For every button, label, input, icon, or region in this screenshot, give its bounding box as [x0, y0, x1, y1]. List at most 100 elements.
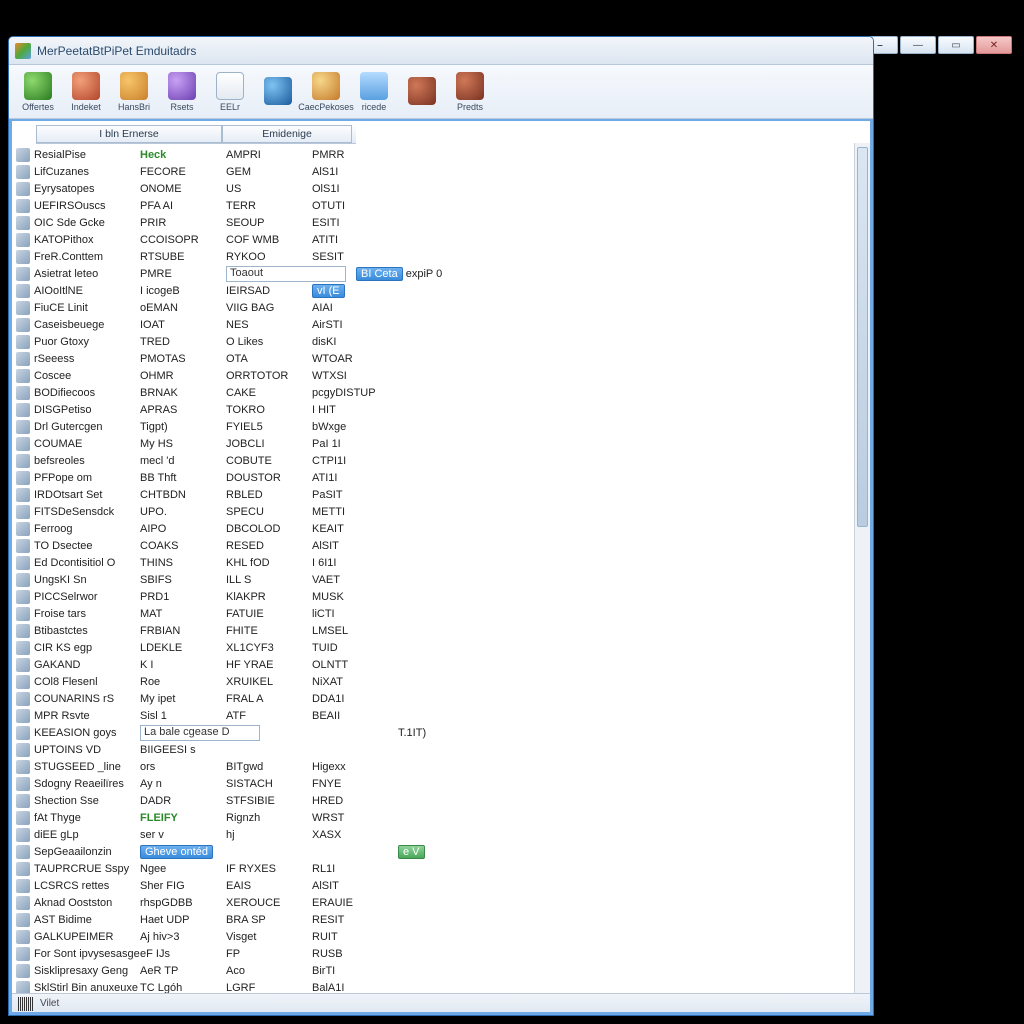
table-row[interactable]: LCSRCS rettesSher FIGEAISAlSIT	[16, 877, 866, 894]
selection-badge[interactable]: BI Ceta	[356, 267, 403, 281]
table-row[interactable]: FITSDeSensdckUPO.SPECUMETTI	[16, 503, 866, 520]
column-header-2[interactable]: Emidenige	[222, 125, 352, 143]
table-row[interactable]: AST BidimeHaet UDPBRA SPRESIT	[16, 911, 866, 928]
table-row[interactable]: Ed Dcontisitiol OTHINSKHL fODI 6I1I	[16, 554, 866, 571]
table-row[interactable]: UEFIRSOuscsPFA AITERROTUTI	[16, 197, 866, 214]
table-row[interactable]: KEEASION goysLa bale cgease DT.1IT)	[16, 724, 866, 741]
row-col3: FNYE	[312, 778, 382, 790]
toolbar-button-4[interactable]: EELr	[207, 68, 253, 116]
table-row[interactable]: COl8 FlesenlRoeXRUIKELNiXAT	[16, 673, 866, 690]
row-col2: AMPRI	[226, 149, 312, 161]
column-header-1[interactable]: I bln Ernerse	[36, 125, 222, 143]
toolbar-button-0[interactable]: Offertes	[15, 68, 61, 116]
table-row[interactable]: Asietrat leteoPMREToaoutBI Ceta expiP 0	[16, 265, 866, 282]
row-col2: FATUIE	[226, 608, 312, 620]
row-name: PFPope om	[34, 472, 140, 484]
row-col1: MAT	[140, 608, 226, 620]
table-row[interactable]: Froise tarsMATFATUIEliCTI	[16, 605, 866, 622]
table-row[interactable]: FerroogAIPODBCOLODKEAIT	[16, 520, 866, 537]
toolbar-button-1[interactable]: Indeket	[63, 68, 109, 116]
table-row[interactable]: BtibastctesFRBIANFHITELMSEL	[16, 622, 866, 639]
toolbar-button-6[interactable]: CaecPekoses	[303, 68, 349, 116]
table-row[interactable]: diEE gLpser vhjXASX	[16, 826, 866, 843]
table-row[interactable]: Drl GutercgenTigpt)FYIEL5bWxge	[16, 418, 866, 435]
toolbar-button-5[interactable]	[255, 68, 301, 116]
row-col2: FP	[226, 948, 312, 960]
table-row[interactable]: MPR RsvteSisl 1ATFBEAII	[16, 707, 866, 724]
row-col3: BirTI	[312, 965, 382, 977]
table-row[interactable]: FreR.ConttemRTSUBERYKOOSESIT	[16, 248, 866, 265]
row-icon	[16, 335, 30, 349]
table-row[interactable]: PICCSelrworPRD1KlAKPRMUSK	[16, 588, 866, 605]
maximize-button[interactable]: ▭	[938, 36, 974, 54]
table-row[interactable]: BODifiecoosBRNAKCAKEpcgyDISTUP	[16, 384, 866, 401]
scroll-thumb[interactable]	[857, 147, 868, 527]
row-col3: CTPI1I	[312, 455, 382, 467]
table-row[interactable]: Aknad OoststonrhspGDBBXEROUCEERAUIE	[16, 894, 866, 911]
table-row[interactable]: Shection SseDADRSTFSIBIEHRED	[16, 792, 866, 809]
row-icon	[16, 913, 30, 927]
row-icon	[16, 590, 30, 604]
table-row[interactable]: fAt ThygeFLEIFYRignzhWRST	[16, 809, 866, 826]
table-row[interactable]: IRDOtsart SetCHTBDNRBLEDPaSIT	[16, 486, 866, 503]
row-icon	[16, 437, 30, 451]
table-row[interactable]: UngsKI SnSBIFSILL SVAET	[16, 571, 866, 588]
row-name: ResialPise	[34, 149, 140, 161]
selected-cell[interactable]: Gheve ontéd	[140, 845, 213, 859]
toolbar-button-3[interactable]: Rsets	[159, 68, 205, 116]
toolbar-button-7[interactable]: ricede	[351, 68, 397, 116]
table-row[interactable]: GAKANDK IHF YRAEOLNTT	[16, 656, 866, 673]
row-col3: RUIT	[312, 931, 382, 943]
table-row[interactable]: For Sont ipvysesasgeeF IJsFPRUSB	[16, 945, 866, 962]
table-row[interactable]: GALKUPEIMERAj hiv>3VisgetRUIT	[16, 928, 866, 945]
minimize-button[interactable]: —	[900, 36, 936, 54]
table-row[interactable]: CaseisbeuegeIOATNESAirSTI	[16, 316, 866, 333]
green-badge[interactable]: e V	[398, 845, 425, 859]
table-row[interactable]: Sdogny ReaeilïresAy nSISTACHFNYE	[16, 775, 866, 792]
table-row[interactable]: TO DsecteeCOAKSRESEDAlSIT	[16, 537, 866, 554]
table-row[interactable]: OIC Sde GckePRIRSEOUPESITI	[16, 214, 866, 231]
row-col2: IF RYXES	[226, 863, 312, 875]
table-row[interactable]: befsreolesmecl 'dCOBUTECTPI1I	[16, 452, 866, 469]
table-row[interactable]: FiuCE LinitoEMANVIIG BAGAIAI	[16, 299, 866, 316]
row-icon	[16, 250, 30, 264]
data-grid[interactable]: ResialPiseHeckAMPRIPMRRLifCuzanesFECOREG…	[12, 144, 870, 1011]
row-name: diEE gLp	[34, 829, 140, 841]
row-icon	[16, 726, 30, 740]
row-col1: THINS	[140, 557, 226, 569]
table-row[interactable]: CIR KS egpLDEKLEXL1CYF3TUID	[16, 639, 866, 656]
table-row[interactable]: UPTOINS VDBIIGEESI s	[16, 741, 866, 758]
table-row[interactable]: Puor GtoxyTREDO LikesdisKI	[16, 333, 866, 350]
inline-edit-field[interactable]: La bale cgease D	[140, 725, 260, 741]
table-row[interactable]: DISGPetisoAPRASTOKROI HIT	[16, 401, 866, 418]
table-row[interactable]: LifCuzanesFECOREGEMAlS1I	[16, 163, 866, 180]
row-col2: XRUIKEL	[226, 676, 312, 688]
table-row[interactable]: EyrysatopesONOMEUSOlS1I	[16, 180, 866, 197]
row-col3: AlSIT	[312, 540, 382, 552]
row-col1: mecl 'd	[140, 455, 226, 467]
titlebar[interactable]: MerPeetatBtPiPet Emduitadrs	[9, 37, 873, 65]
table-row[interactable]: STUGSEED _lineorsBITgwdHigexx	[16, 758, 866, 775]
table-row[interactable]: PFPope omBB ThftDOUSTORATI1I	[16, 469, 866, 486]
table-row[interactable]: TAUPRCRUE SspyNgeeIF RYXESRL1I	[16, 860, 866, 877]
selection-badge-2[interactable]: vI (E	[312, 284, 345, 298]
table-row[interactable]: COUNARINS rSMy ipetFRAL ADDA1I	[16, 690, 866, 707]
row-col2: COBUTE	[226, 455, 312, 467]
row-col3: AIAI	[312, 302, 382, 314]
table-row[interactable]: rSeeessPMOTASOTAWTOAR	[16, 350, 866, 367]
row-col2: IEIRSAD	[226, 285, 312, 297]
edit-input[interactable]: Toaout	[226, 266, 346, 282]
toolbar-button-2[interactable]: HansBri	[111, 68, 157, 116]
close-button[interactable]: ✕	[976, 36, 1012, 54]
table-row[interactable]: SepGeaailonzinGheve ontéde V	[16, 843, 866, 860]
row-col3: AlS1I	[312, 166, 382, 178]
table-row[interactable]: CosceeOHMRORRTOTORWTXSI	[16, 367, 866, 384]
toolbar-button-8[interactable]	[399, 68, 445, 116]
table-row[interactable]: AIOoItlNEI icogeBIEIRSADvI (E	[16, 282, 866, 299]
table-row[interactable]: COUMAEMy HSJOBCLIPaI 1I	[16, 435, 866, 452]
vertical-scrollbar[interactable]	[854, 143, 870, 994]
table-row[interactable]: Sisklipresaxy GengAeR TPAcoBirTI	[16, 962, 866, 979]
toolbar-button-9[interactable]: Predts	[447, 68, 493, 116]
table-row[interactable]: ResialPiseHeckAMPRIPMRR	[16, 146, 866, 163]
table-row[interactable]: KATOPithoxCCOISOPRCOF WMBATITI	[16, 231, 866, 248]
